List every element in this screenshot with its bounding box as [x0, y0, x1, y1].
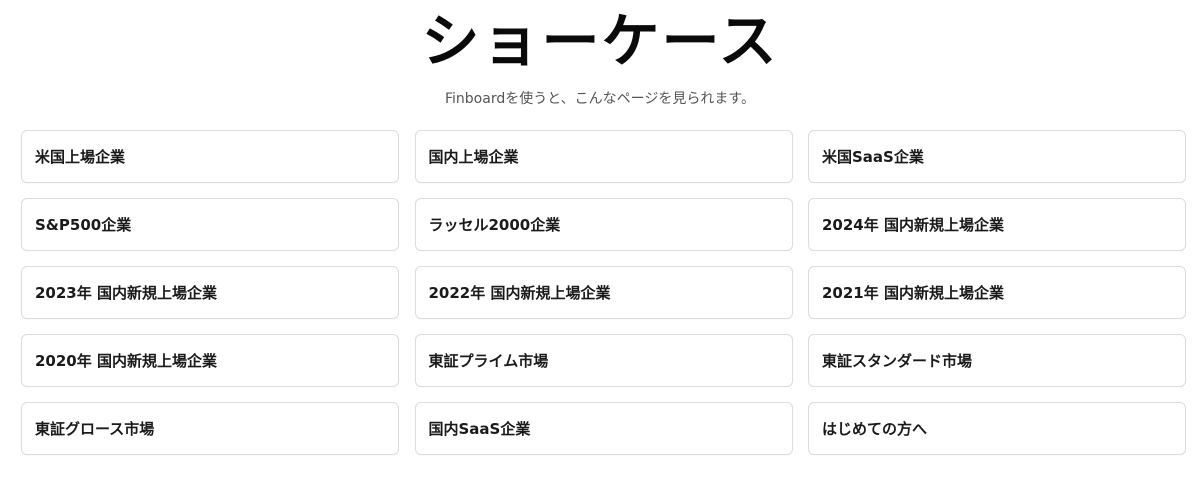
showcase-card-ipo-2022[interactable]: 2022年 国内新規上場企業: [414, 266, 793, 319]
showcase-card-ipo-2024[interactable]: 2024年 国内新規上場企業: [808, 198, 1186, 251]
showcase-card-jp-saas[interactable]: 国内SaaS企業: [414, 402, 793, 455]
showcase-card-tse-growth[interactable]: 東証グロース市場: [21, 402, 399, 455]
showcase-card-jp-listed[interactable]: 国内上場企業: [414, 130, 793, 183]
showcase-card-ipo-2021[interactable]: 2021年 国内新規上場企業: [808, 266, 1186, 319]
showcase-card-ipo-2020[interactable]: 2020年 国内新規上場企業: [21, 334, 399, 387]
page-subtitle: Finboardを使うと、こんなページを見られます。: [445, 91, 755, 107]
showcase-card-tse-prime[interactable]: 東証プライム市場: [414, 334, 793, 387]
page-title: ショーケース: [421, 7, 779, 75]
showcase-card-tse-standard[interactable]: 東証スタンダード市場: [808, 334, 1186, 387]
showcase-card-russell2000[interactable]: ラッセル2000企業: [414, 198, 793, 251]
showcase-grid: 米国上場企業 国内上場企業 米国SaaS企業 S&P500企業 ラッセル2000…: [21, 130, 1186, 455]
showcase-card-us-listed[interactable]: 米国上場企業: [21, 130, 399, 183]
showcase-card-getting-started[interactable]: はじめての方へ: [808, 402, 1186, 455]
showcase-card-ipo-2023[interactable]: 2023年 国内新規上場企業: [21, 266, 399, 319]
showcase-card-sp500[interactable]: S&P500企業: [21, 198, 399, 251]
showcase-section: ショーケース Finboardを使うと、こんなページを見られます。 米国上場企業…: [0, 0, 1200, 477]
showcase-card-us-saas[interactable]: 米国SaaS企業: [808, 130, 1186, 183]
